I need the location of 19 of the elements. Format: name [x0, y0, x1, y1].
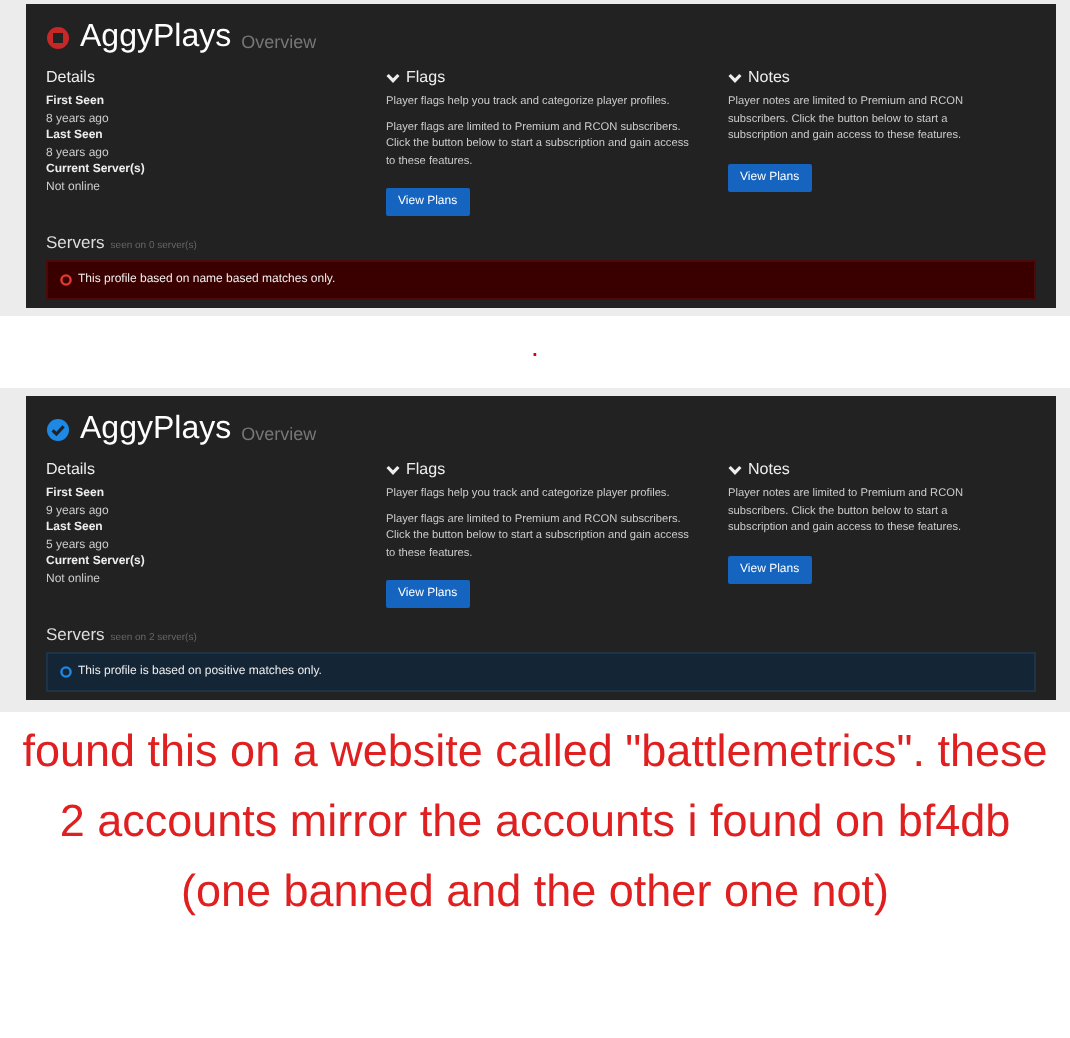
chevron-down-icon[interactable]	[386, 463, 400, 475]
chevron-down-icon[interactable]	[728, 463, 742, 475]
page-subtitle: Overview	[241, 424, 317, 444]
section-heading: Servers	[46, 624, 105, 644]
section-heading[interactable]: Notes	[748, 460, 790, 478]
section-heading[interactable]: Flags	[406, 68, 446, 86]
caption-text: found this on a website called "battlemetrics". these 2 accounts mirror the accounts i found on bf4db (one banned and the other one not)	[20, 724, 1050, 920]
section-heading[interactable]: Notes	[748, 68, 790, 86]
player-name: AggyPlays	[80, 20, 232, 56]
chevron-down-icon[interactable]	[386, 71, 400, 83]
section-heading: Details	[46, 460, 95, 478]
section-heading: Servers	[46, 232, 105, 252]
player-name: AggyPlays	[80, 412, 232, 448]
page-subtitle: Overview	[241, 32, 317, 52]
section-heading: Details	[46, 68, 95, 86]
section-heading[interactable]: Flags	[406, 460, 446, 478]
check-icon	[46, 418, 70, 442]
separator-dot: .	[529, 328, 541, 366]
chevron-down-icon[interactable]	[728, 71, 742, 83]
